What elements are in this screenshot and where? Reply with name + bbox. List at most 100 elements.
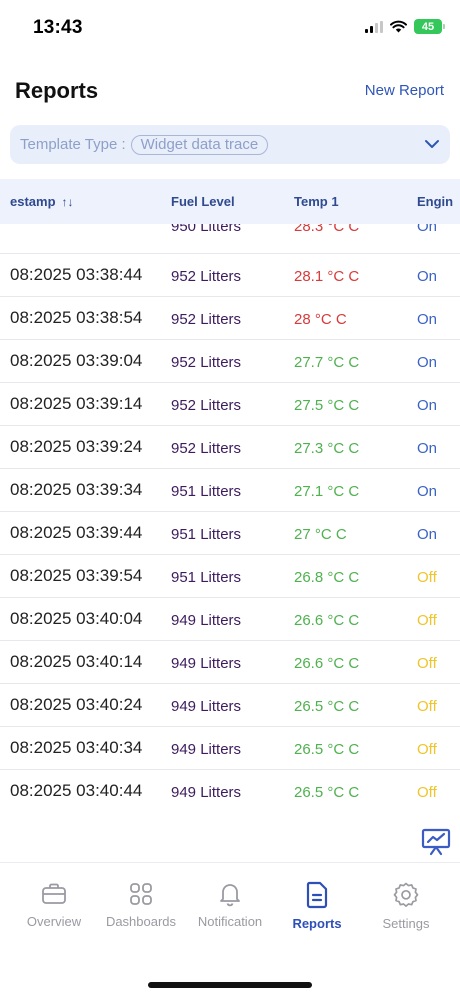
cell-fuel-level: 950 Litters — [171, 224, 242, 235]
cell-timestamp: 08:2025 03:40:24 — [10, 695, 143, 714]
tab-label: Reports — [292, 916, 342, 931]
cell-timestamp: 08:2025 03:38:44 — [10, 265, 143, 284]
column-header-engine: Engin — [417, 194, 454, 209]
timestamp-header-label: estamp — [10, 194, 56, 209]
status-icons: 45 — [365, 19, 445, 34]
tab-settings[interactable]: Settings — [360, 881, 452, 931]
cell-timestamp: 08:2025 03:39:54 — [10, 566, 143, 585]
tab-bar: Overview Dashboards Notification Reports… — [0, 862, 460, 999]
chevron-down-icon — [425, 140, 439, 148]
cell-fuel-level: 949 Litters — [171, 698, 242, 715]
grid-icon — [130, 883, 152, 905]
cell-engine: Off — [417, 698, 437, 715]
cell-timestamp: 08:2025 03:39:04 — [10, 351, 143, 370]
new-report-button[interactable]: New Report — [365, 82, 444, 99]
cell-temp: 26.5 °C C — [294, 741, 360, 758]
bell-icon — [220, 884, 240, 907]
cell-engine: On — [417, 268, 438, 285]
gear-icon — [393, 882, 419, 907]
cell-temp: 27.5 °C C — [294, 397, 360, 414]
page-title: Reports — [15, 78, 99, 103]
cell-temp: 28.1 °C C — [294, 268, 360, 285]
tab-label: Overview — [26, 914, 82, 929]
cell-timestamp: 08:2025 03:40:44 — [10, 781, 143, 800]
table-body: 950 Litters 28.3 °C C On 08:2025 03:38:4… — [0, 224, 460, 811]
cell-timestamp: 08:2025 03:39:34 — [10, 480, 143, 499]
cell-temp: 26.6 °C C — [294, 612, 360, 629]
tab-label: Dashboards — [105, 914, 177, 929]
table-row: 08:2025 03:40:44 949 Litters 26.5 °C C Off — [0, 770, 460, 811]
table-row: 08:2025 03:39:54 951 Litters 26.8 °C C Off — [0, 555, 460, 598]
cell-engine: Off — [417, 741, 437, 758]
document-icon — [306, 881, 328, 909]
cell-temp: 27 °C C — [294, 526, 347, 543]
cell-temp: 27.1 °C C — [294, 483, 360, 500]
tab-dashboards[interactable]: Dashboards — [95, 881, 187, 929]
table-row: 08:2025 03:38:54 952 Litters 28 °C C On — [0, 297, 460, 340]
table-row: 08:2025 03:39:34 951 Litters 27.1 °C C On — [0, 469, 460, 512]
cell-fuel-level: 952 Litters — [171, 440, 242, 457]
status-bar: 13:43 45 — [0, 0, 460, 56]
cell-engine: On — [417, 526, 438, 543]
cell-temp: 28 °C C — [294, 311, 347, 328]
cell-temp: 28.3 °C C — [294, 224, 360, 235]
cell-fuel-level: 951 Litters — [171, 483, 242, 500]
cell-fuel-level: 952 Litters — [171, 311, 242, 328]
cell-temp: 27.7 °C C — [294, 354, 360, 371]
sort-icon[interactable]: ↑↓ — [62, 195, 74, 209]
table-row: 08:2025 03:40:14 949 Litters 26.6 °C C Off — [0, 641, 460, 684]
cell-engine: Off — [417, 784, 437, 801]
cell-fuel-level: 949 Litters — [171, 655, 242, 672]
cell-engine: Off — [417, 569, 437, 586]
template-type-label: Template Type : — [20, 136, 126, 153]
cell-engine: Off — [417, 612, 437, 629]
cell-temp: 26.6 °C C — [294, 655, 360, 672]
table-row: 08:2025 03:39:24 952 Litters 27.3 °C C On — [0, 426, 460, 469]
tab-label: Notification — [197, 914, 263, 929]
battery-icon: 45 — [414, 19, 445, 34]
cell-timestamp: 08:2025 03:40:04 — [10, 609, 143, 628]
cell-engine: On — [417, 483, 438, 500]
table-row: 08:2025 03:40:24 949 Litters 26.5 °C C Off — [0, 684, 460, 727]
cell-temp: 26.5 °C C — [294, 698, 360, 715]
cell-temp: 27.3 °C C — [294, 440, 360, 457]
cell-timestamp: 08:2025 03:38:54 — [10, 308, 143, 327]
cell-fuel-level: 952 Litters — [171, 397, 242, 414]
template-type-value: Widget data trace — [130, 134, 269, 155]
tab-reports[interactable]: Reports — [271, 881, 363, 931]
status-time: 13:43 — [33, 17, 83, 38]
cell-fuel-level: 951 Litters — [171, 569, 242, 586]
table-row: 08:2025 03:40:04 949 Litters 26.6 °C C Off — [0, 598, 460, 641]
column-header-temp: Temp 1 — [294, 194, 339, 209]
battery-level: 45 — [421, 20, 435, 33]
template-type-dropdown[interactable]: Template Type : Widget data trace — [10, 125, 450, 164]
cell-temp: 26.5 °C C — [294, 784, 360, 801]
cell-temp: 26.8 °C C — [294, 569, 360, 586]
report-table[interactable]: estamp ↑↓ Fuel Level Temp 1 Engin 950 Lit… — [0, 179, 460, 811]
column-header-fuel-level: Fuel Level — [171, 194, 235, 209]
cell-engine: On — [417, 397, 438, 414]
table-row: 08:2025 03:40:34 949 Litters 26.5 °C C Off — [0, 727, 460, 770]
cell-engine: Off — [417, 655, 437, 672]
column-header-timestamp[interactable]: estamp ↑↓ — [10, 194, 74, 209]
cell-fuel-level: 951 Litters — [171, 526, 242, 543]
wifi-icon — [390, 20, 407, 33]
tab-notification[interactable]: Notification — [184, 881, 276, 929]
table-row: 08:2025 03:39:04 952 Litters 27.7 °C C On — [0, 340, 460, 383]
cell-timestamp: 08:2025 03:39:24 — [10, 437, 143, 456]
signal-icon — [365, 20, 383, 33]
table-header: estamp ↑↓ Fuel Level Temp 1 Engin — [0, 179, 460, 224]
cell-engine: On — [417, 224, 438, 235]
cell-engine: On — [417, 354, 438, 371]
cell-fuel-level: 949 Litters — [171, 784, 242, 801]
tab-overview[interactable]: Overview — [8, 881, 100, 929]
cell-fuel-level: 952 Litters — [171, 354, 242, 371]
home-indicator — [148, 982, 312, 988]
cell-engine: On — [417, 311, 438, 328]
cell-timestamp: 08:2025 03:40:34 — [10, 738, 143, 757]
cell-fuel-level: 949 Litters — [171, 612, 242, 629]
cell-timestamp: 08:2025 03:40:14 — [10, 652, 143, 671]
chart-presentation-icon[interactable] — [421, 826, 451, 856]
cell-fuel-level: 952 Litters — [171, 268, 242, 285]
table-row: 950 Litters 28.3 °C C On — [0, 224, 460, 254]
